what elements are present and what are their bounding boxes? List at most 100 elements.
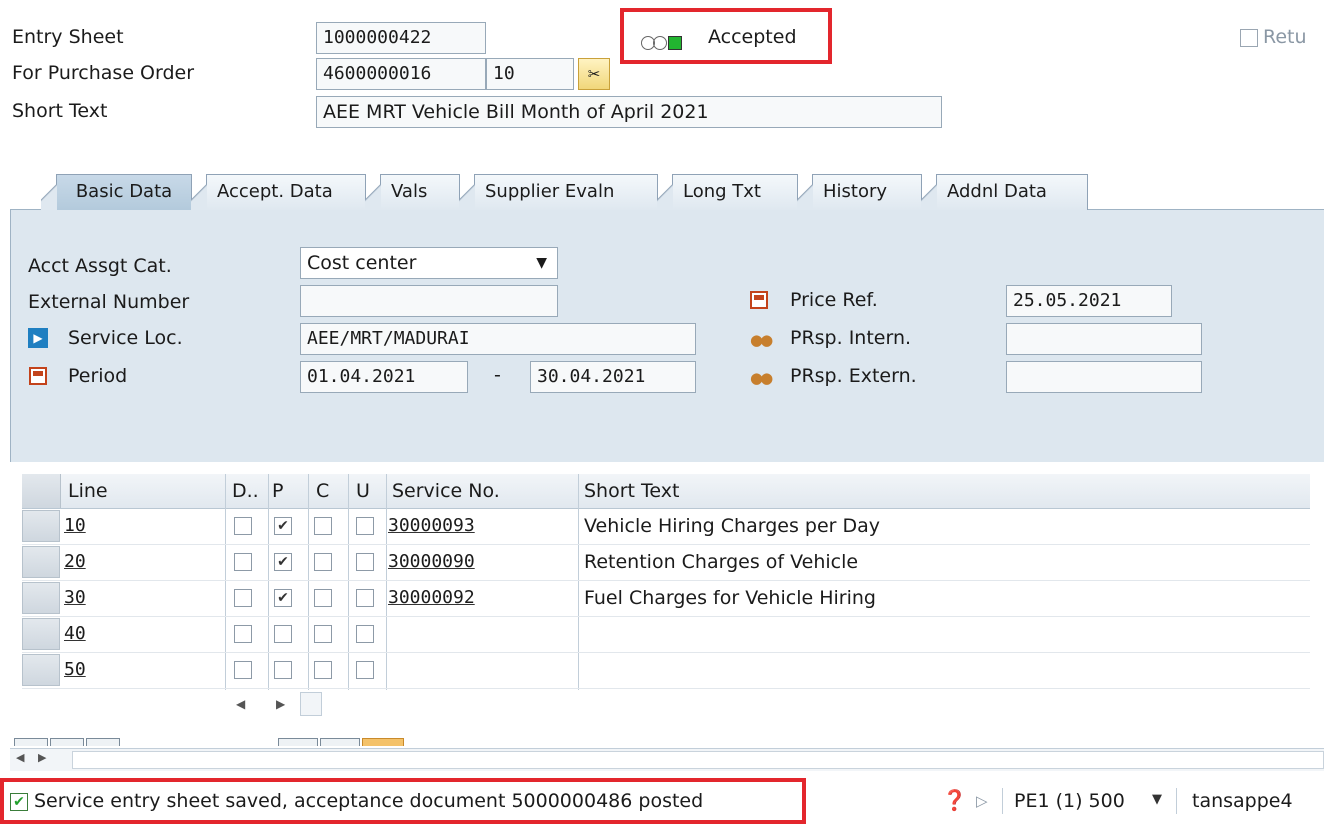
checkbox-d[interactable] xyxy=(234,625,252,643)
service-number[interactable]: 30000093 xyxy=(388,508,475,544)
row-selector[interactable] xyxy=(22,618,60,650)
return-checkbox[interactable] xyxy=(1240,29,1258,47)
checkbox-u[interactable] xyxy=(356,553,374,571)
service-short-text: Retention Charges of Vehicle xyxy=(584,551,859,573)
short-text-field[interactable]: AEE MRT Vehicle Bill Month of April 2021 xyxy=(316,96,942,128)
row-selector[interactable] xyxy=(22,654,60,686)
tab-history[interactable]: History xyxy=(797,174,922,210)
scroll-right-icon[interactable]: ▶ xyxy=(38,751,46,764)
checkbox-p[interactable] xyxy=(274,625,292,643)
tab-accept-data[interactable]: Accept. Data xyxy=(191,174,366,210)
service-loc-icon[interactable]: ▶ xyxy=(28,328,48,348)
row-selector[interactable] xyxy=(22,510,60,542)
col-p[interactable]: P xyxy=(272,474,283,508)
tab-long-txt[interactable]: Long Txt xyxy=(657,174,798,210)
table-row[interactable]: 30 ✔ 30000092 Fuel Charges for Vehicle Hiri… xyxy=(22,580,1310,617)
checkbox-u[interactable] xyxy=(356,517,374,535)
checkbox-d[interactable] xyxy=(234,517,252,535)
service-loc-label: Service Loc. xyxy=(68,327,183,349)
success-check-icon: ✔ xyxy=(10,793,28,811)
tab-addnl-data[interactable]: Addnl Data xyxy=(921,174,1088,210)
checkbox-p[interactable]: ✔ xyxy=(274,553,292,571)
price-ref-field[interactable]: 25.05.2021 xyxy=(1006,285,1172,317)
help-icon[interactable]: ❓ xyxy=(942,788,967,812)
entry-sheet-field[interactable]: 1000000422 xyxy=(316,22,486,54)
scroll-track[interactable] xyxy=(300,692,322,716)
horizontal-scrollbar[interactable]: ◀ ▶ xyxy=(10,748,1324,771)
status-message[interactable]: Service entry sheet saved, acceptance do… xyxy=(34,790,703,812)
table-header: Line D.. P C U Service No. Short Text xyxy=(22,474,1310,509)
line-number[interactable]: 10 xyxy=(64,508,86,544)
col-short-text[interactable]: Short Text xyxy=(584,474,679,508)
checkbox-c[interactable] xyxy=(314,553,332,571)
col-line[interactable]: Line xyxy=(68,474,108,508)
col-u[interactable]: U xyxy=(356,474,370,508)
row-selector[interactable] xyxy=(22,582,60,614)
chevron-down-icon[interactable]: ▼ xyxy=(1152,792,1162,807)
table-row[interactable]: 50 xyxy=(22,652,1310,689)
row-selector[interactable] xyxy=(22,546,60,578)
service-short-text: Fuel Charges for Vehicle Hiring xyxy=(584,587,876,609)
tab-basic-data[interactable]: Basic Data xyxy=(41,174,192,210)
col-c[interactable]: C xyxy=(316,474,329,508)
line-number[interactable]: 40 xyxy=(64,616,86,652)
table-row[interactable]: 10 ✔ 30000093 Vehicle Hiring Charges per Da… xyxy=(22,508,1310,545)
chevron-down-icon: ▼ xyxy=(536,255,547,271)
line-number[interactable]: 20 xyxy=(64,544,86,580)
entry-sheet-label: Entry Sheet xyxy=(12,26,124,48)
system-info[interactable]: PE1 (1) 500 xyxy=(1014,790,1125,812)
col-service-no[interactable]: Service No. xyxy=(392,474,500,508)
po-number-field[interactable]: 4600000016 xyxy=(316,58,486,90)
po-label: For Purchase Order xyxy=(12,62,195,84)
service-short-text: Vehicle Hiring Charges per Day xyxy=(584,515,881,537)
checkbox-u[interactable] xyxy=(356,661,374,679)
calendar-icon xyxy=(750,291,768,309)
server-name: tansappe4 xyxy=(1192,790,1293,812)
scroll-left-icon[interactable]: ◀ xyxy=(236,697,245,711)
table-toolbar xyxy=(10,738,1324,746)
line-number[interactable]: 30 xyxy=(64,580,86,616)
checkbox-p[interactable] xyxy=(274,661,292,679)
checkbox-c[interactable] xyxy=(314,625,332,643)
period-label: Period xyxy=(68,365,128,387)
prsp-intern-label: PRsp. Intern. xyxy=(790,327,912,349)
acct-assgt-dropdown[interactable]: Cost center ▼ xyxy=(300,247,558,279)
price-ref-label: Price Ref. xyxy=(790,289,878,311)
checkbox-c[interactable] xyxy=(314,589,332,607)
period-to-field[interactable]: 30.04.2021 xyxy=(530,361,696,393)
display-document-icon[interactable]: ✂ xyxy=(578,58,610,90)
service-number[interactable]: 30000092 xyxy=(388,580,475,616)
scroll-left-icon[interactable]: ◀ xyxy=(16,751,24,764)
external-number-label: External Number xyxy=(28,291,190,313)
external-number-field[interactable] xyxy=(300,285,558,317)
checkbox-p[interactable]: ✔ xyxy=(274,517,292,535)
tab-supplier-evaln[interactable]: Supplier Evaln xyxy=(459,174,658,210)
checkbox-u[interactable] xyxy=(356,625,374,643)
checkbox-d[interactable] xyxy=(234,589,252,607)
checkbox-d[interactable] xyxy=(234,553,252,571)
select-all-cell[interactable] xyxy=(22,474,61,508)
checkbox-p[interactable]: ✔ xyxy=(274,589,292,607)
table-row[interactable]: 40 xyxy=(22,616,1310,653)
traffic-light-icon xyxy=(641,31,682,53)
people-icon: ●● xyxy=(750,369,773,387)
tab-vals[interactable]: Vals xyxy=(365,174,460,210)
checkbox-c[interactable] xyxy=(314,517,332,535)
prsp-extern-field[interactable] xyxy=(1006,361,1202,393)
service-number[interactable]: 30000090 xyxy=(388,544,475,580)
scroll-right-icon[interactable]: ▶ xyxy=(276,697,285,711)
service-loc-field[interactable]: AEE/MRT/MADURAI xyxy=(300,323,696,355)
line-number[interactable]: 50 xyxy=(64,652,86,688)
acct-assgt-label: Acct Assgt Cat. xyxy=(28,255,172,277)
col-d[interactable]: D.. xyxy=(232,474,259,508)
table-row[interactable]: 20 ✔ 30000090 Retention Charges of Vehicle xyxy=(22,544,1310,581)
checkbox-u[interactable] xyxy=(356,589,374,607)
checkbox-c[interactable] xyxy=(314,661,332,679)
po-item-field[interactable]: 10 xyxy=(486,58,574,90)
period-from-field[interactable]: 01.04.2021 xyxy=(300,361,468,393)
people-icon: ●● xyxy=(750,331,773,349)
status-text: Accepted xyxy=(708,26,797,48)
checkbox-d[interactable] xyxy=(234,661,252,679)
prsp-intern-field[interactable] xyxy=(1006,323,1202,355)
expand-arrow-icon[interactable]: ▷ xyxy=(976,792,988,810)
